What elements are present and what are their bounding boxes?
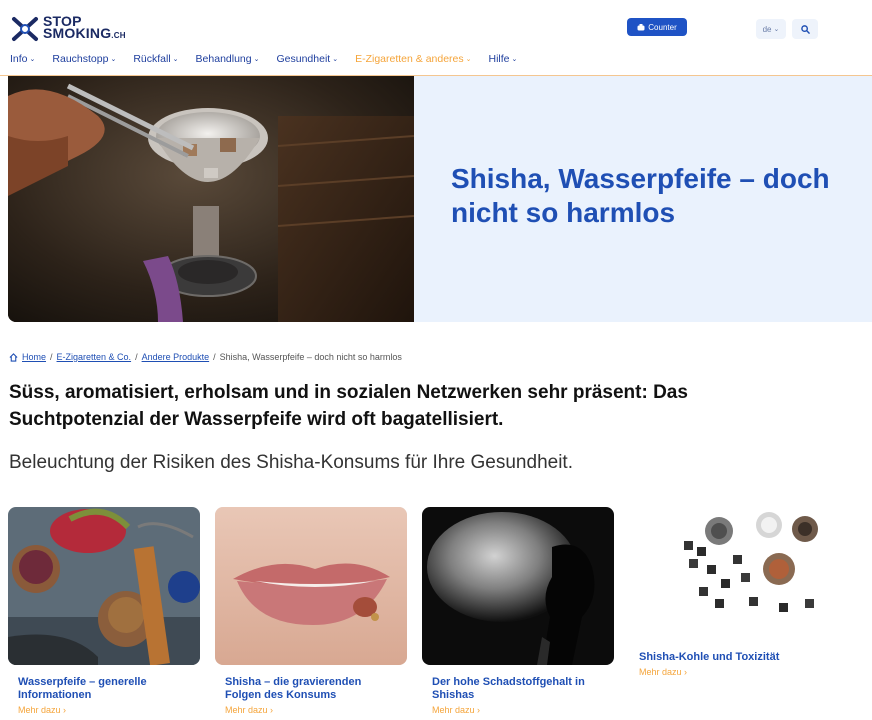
card-list: Wasserpfeife – generelle Informationen M… [8, 507, 872, 720]
nav-label: E-Zigaretten & anderes [355, 53, 464, 65]
card-title: Shisha-Kohle und Toxizität [639, 651, 780, 663]
logo-x-icon [12, 17, 38, 41]
logo-suffix: .CH [111, 30, 126, 40]
nav-label: Hilfe [488, 53, 510, 65]
site-logo[interactable]: STOP SMOKING.CH [10, 13, 126, 43]
card-image [629, 507, 821, 639]
counter-label: Counter [648, 22, 677, 32]
card-more-link[interactable]: Mehr dazu › [629, 667, 821, 677]
nav-label: Behandlung [195, 53, 252, 65]
card-wasserpfeife-info[interactable]: Wasserpfeife – generelle Informationen M… [8, 507, 200, 715]
chevron-down-icon: ⌄ [29, 56, 36, 63]
search-button[interactable] [792, 19, 818, 39]
chevron-down-icon: ⌄ [773, 26, 780, 33]
chevron-right-icon: › [270, 705, 274, 715]
breadcrumb-current: Shisha, Wasserpfeife – doch nicht so har… [219, 352, 402, 362]
counter-icon [637, 23, 645, 30]
nav-item-info[interactable]: Info ⌄ [10, 53, 35, 65]
chevron-down-icon: ⌄ [253, 56, 260, 63]
nav-item-rauchstopp[interactable]: Rauchstopp ⌄ [52, 53, 116, 65]
card-more-link[interactable]: Mehr dazu › [8, 705, 200, 715]
card-folgen-konsum[interactable]: Shisha – die gravierenden Folgen des Kon… [215, 507, 407, 715]
nav-label: Gesundheit [276, 53, 331, 65]
breadcrumb-separator: / [135, 352, 138, 362]
search-icon [800, 24, 810, 34]
breadcrumb-home[interactable]: Home [22, 352, 46, 362]
hero-banner: Shisha, Wasserpfeife – doch nicht so har… [8, 76, 872, 322]
language-label: de [762, 24, 772, 34]
nav-label: Rauchstopp [52, 53, 109, 65]
chevron-down-icon: ⌄ [332, 56, 339, 63]
chevron-right-icon: › [477, 705, 481, 715]
subtitle: Beleuchtung der Risiken des Shisha-Konsu… [9, 452, 573, 473]
card-image [8, 507, 200, 665]
nav-label: Info [10, 53, 28, 65]
main-nav: Info ⌄ Rauchstopp ⌄ Rückfall ⌄ Behandlung ⌄ … [10, 53, 534, 65]
chevron-right-icon: › [63, 705, 67, 715]
hookah-spices-photo [8, 507, 200, 665]
nav-item-behandlung[interactable]: Behandlung ⌄ [196, 53, 260, 65]
shisha-coal-photo [629, 507, 821, 639]
lips-photo [215, 507, 407, 665]
shisha-bowl-photo [8, 76, 414, 322]
breadcrumb-andere-produkte[interactable]: Andere Produkte [142, 352, 210, 362]
card-image [422, 507, 614, 665]
chevron-down-icon: ⌄ [110, 56, 117, 63]
hero-text-panel: Shisha, Wasserpfeife – doch nicht so har… [414, 76, 872, 322]
more-label: Mehr dazu [225, 705, 268, 715]
nav-label: Rückfall [133, 53, 171, 65]
nav-item-e-zigaretten[interactable]: E-Zigaretten & anderes ⌄ [355, 53, 471, 65]
breadcrumb-e-zigaretten[interactable]: E-Zigaretten & Co. [57, 352, 132, 362]
lead-paragraph: Süss, aromatisiert, erholsam und in sozi… [9, 382, 688, 430]
breadcrumb: Home / E-Zigaretten & Co. / Andere Produ… [9, 352, 402, 362]
site-header: STOP SMOKING.CH Counter de ⌄ Info ⌄ Rauch… [0, 0, 872, 76]
more-label: Mehr dazu [432, 705, 475, 715]
card-title: Der hohe Schadstoffgehalt in Shishas [432, 676, 585, 701]
card-more-link[interactable]: Mehr dazu › [215, 705, 407, 715]
more-label: Mehr dazu [18, 705, 61, 715]
card-schadstoffgehalt[interactable]: Der hohe Schadstoffgehalt in Shishas Meh… [422, 507, 614, 715]
chevron-down-icon: ⌄ [465, 56, 472, 63]
card-title: Wasserpfeife – generelle Informationen [18, 676, 147, 701]
chevron-down-icon: ⌄ [511, 56, 518, 63]
page-title: Shisha, Wasserpfeife – doch nicht so har… [451, 163, 830, 228]
breadcrumb-separator: / [213, 352, 216, 362]
counter-button[interactable]: Counter [627, 18, 687, 36]
smoke-silhouette-photo [422, 507, 614, 665]
more-label: Mehr dazu [639, 667, 682, 677]
logo-line2: SMOKING [43, 24, 112, 41]
nav-item-gesundheit[interactable]: Gesundheit ⌄ [276, 53, 338, 65]
nav-item-rueckfall[interactable]: Rückfall ⌄ [133, 53, 178, 65]
card-image [215, 507, 407, 665]
nav-item-hilfe[interactable]: Hilfe ⌄ [489, 53, 518, 65]
language-select[interactable]: de ⌄ [756, 19, 786, 39]
hero-image [8, 76, 414, 322]
chevron-down-icon: ⌄ [172, 56, 179, 63]
card-title: Shisha – die gravierenden Folgen des Kon… [225, 676, 362, 701]
card-more-link[interactable]: Mehr dazu › [422, 705, 614, 715]
home-icon [9, 352, 18, 362]
breadcrumb-separator: / [50, 352, 53, 362]
card-kohle-toxizitaet[interactable]: Shisha-Kohle und Toxizität Mehr dazu › [629, 507, 821, 677]
chevron-right-icon: › [684, 667, 688, 677]
